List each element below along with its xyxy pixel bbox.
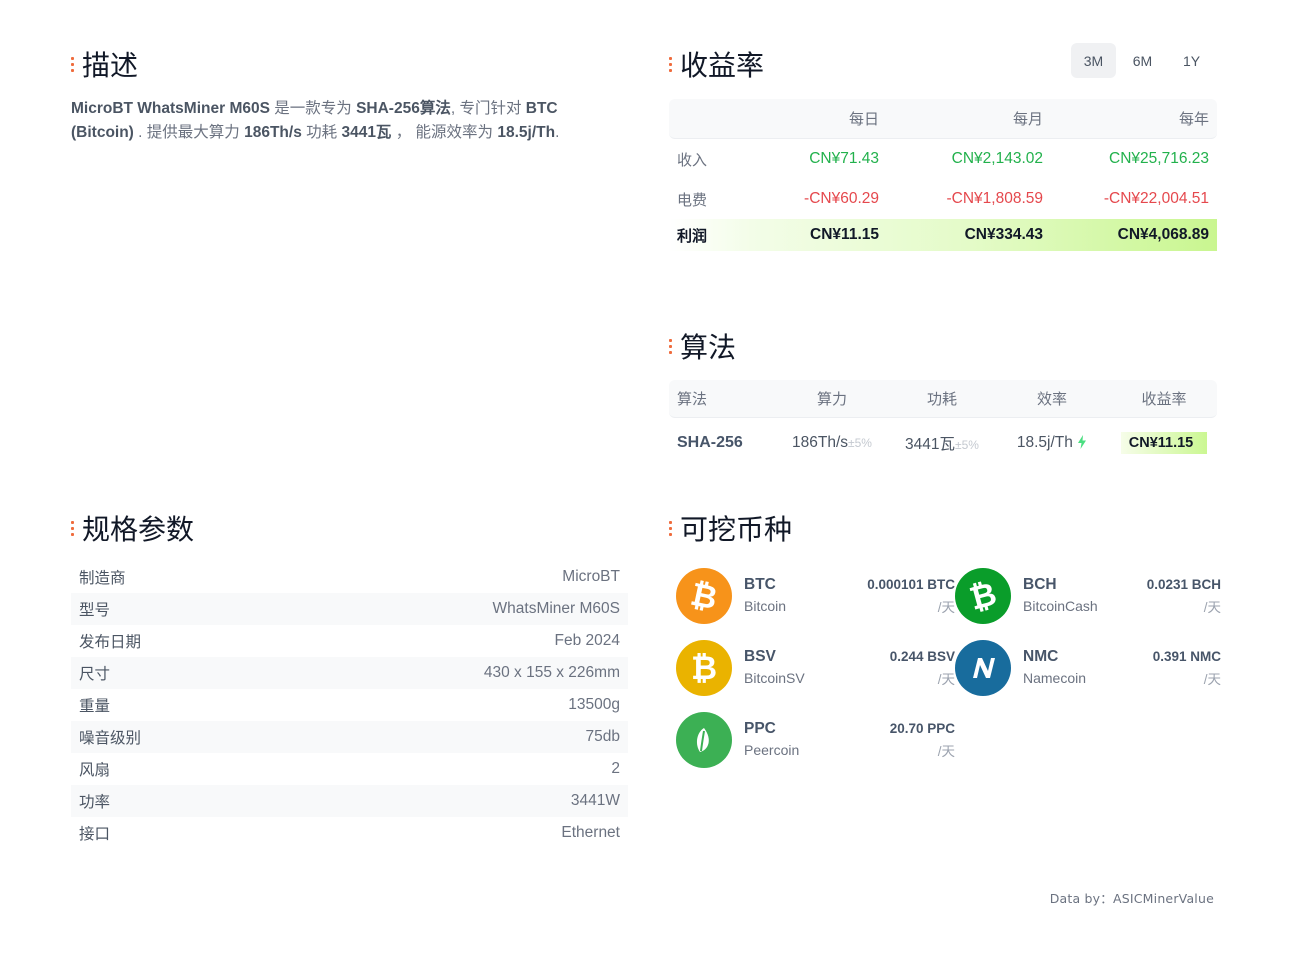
power-cell: 3441瓦±5% <box>905 436 979 453</box>
coin-item-bch[interactable]: ₿ BCH BitcoinCash 0.0231 BCH/天 <box>955 568 1221 624</box>
coin-item-btc[interactable]: ₿ BTC Bitcoin 0.000101 BTC/天 <box>676 568 955 624</box>
specs-title: 规格参数 <box>71 508 194 548</box>
efficiency-cell: 18.5j/Th <box>993 434 1111 452</box>
coin-item-ppc[interactable]: PPC Peercoin 20.70 PPC/天 <box>676 712 955 768</box>
column-yearly: 每年 <box>1178 111 1209 128</box>
table-header: 每日 每月 每年 <box>669 99 1217 139</box>
svg-text:₿: ₿ <box>968 579 998 613</box>
income-row: 收入 CN¥71.43 CN¥2,143.02 CN¥25,716.23 <box>677 150 1209 169</box>
profitability-table: 每日 每月 每年 收入 CN¥71.43 CN¥2,143.02 CN¥25,7… <box>669 99 1217 251</box>
table-row: SHA-256 186Th/s±5% 3441瓦±5% 18.5j/Th CN¥… <box>669 418 1217 468</box>
description-fragment: . 提供最大算力 <box>133 124 245 141</box>
tab-3m[interactable]: 3M <box>1071 43 1116 78</box>
coin-item-nmc[interactable]: NMC Namecoin 0.391 NMC/天 <box>955 640 1221 696</box>
spec-row-fans: 风扇 2 <box>79 760 620 779</box>
coins-list: ₿ BTC Bitcoin 0.000101 BTC/天 ₿ BCH Bitcoin… <box>676 568 1221 768</box>
spec-row-noise: 噪音级别 75db <box>71 721 628 753</box>
coins-title: 可挖币种 <box>669 508 792 548</box>
description-fragment: , 专门针对 <box>450 100 526 117</box>
title-marker-icon <box>71 520 74 536</box>
description-fragment: 功耗 <box>301 124 342 141</box>
spec-row-weight: 重量 13500g <box>79 696 620 715</box>
data-source-footer: Data by：ASICMinerValue <box>1049 891 1214 906</box>
namecoin-icon <box>955 640 1011 696</box>
profit-row: 利润 CN¥11.15 CN¥334.43 CN¥4,068.89 <box>669 219 1217 251</box>
description-highlight: 3441瓦 <box>341 124 392 141</box>
spec-row-model: 型号 WhatsMiner M60S <box>71 593 628 625</box>
svg-text:₿: ₿ <box>689 579 719 613</box>
description-highlight: 186Th/s <box>244 124 302 141</box>
svg-text:₿: ₿ <box>691 651 717 685</box>
algorithm-table: 算法 算力 功耗 效率 收益率 SHA-256 186Th/s±5% 3441瓦… <box>669 380 1217 468</box>
profit-cell: CN¥11.15 <box>1111 432 1217 454</box>
spec-row-manufacturer: 制造商 MicroBT <box>79 568 620 587</box>
profitability-title: 收益率 <box>669 44 764 84</box>
lightning-icon <box>1078 435 1087 449</box>
column-daily: 每日 <box>848 111 879 128</box>
description-highlight: SHA-256算法 <box>356 100 451 117</box>
description-highlight: MicroBT WhatsMiner M60S <box>71 100 270 117</box>
description-fragment: ， 能源效率为 <box>391 124 498 141</box>
title-marker-icon <box>669 520 672 536</box>
electricity-row: 电费 -CN¥60.29 -CN¥1,808.59 -CN¥22,004.51 <box>677 190 1209 209</box>
title-marker-icon <box>71 56 74 72</box>
hashrate-cell: 186Th/s±5% <box>792 434 872 451</box>
bitcoin-sv-icon: ₿ <box>676 640 732 696</box>
algorithm-title: 算法 <box>669 326 736 366</box>
peercoin-icon <box>676 712 732 768</box>
spec-row-power: 功率 3441W <box>71 785 628 817</box>
title-marker-icon <box>669 338 672 354</box>
description-highlight: 18.5j/Th <box>497 124 556 141</box>
period-tabs: 3M 6M 1Y <box>1071 43 1214 78</box>
algorithm-name: SHA-256 <box>677 434 743 451</box>
column-monthly: 每月 <box>1012 111 1043 128</box>
spec-row-interface: 接口 Ethernet <box>79 824 620 843</box>
specs-table: 制造商 MicroBT 型号 WhatsMiner M60S 发布日期 Feb 202… <box>71 561 628 849</box>
description-text: MicroBT WhatsMiner M60S 是一款专为 SHA-256算法,… <box>71 97 591 145</box>
description-title: 描述 <box>71 44 138 84</box>
description-fragment: . <box>555 124 560 141</box>
table-header: 算法 算力 功耗 效率 收益率 <box>669 380 1217 418</box>
spec-row-release-date: 发布日期 Feb 2024 <box>79 632 620 651</box>
title-marker-icon <box>669 56 672 72</box>
description-fragment: 是一款专为 <box>269 100 357 117</box>
tab-6m[interactable]: 6M <box>1120 43 1165 78</box>
bitcoin-cash-icon: ₿ <box>955 568 1011 624</box>
coin-item-bsv[interactable]: ₿ BSV BitcoinSV 0.244 BSV/天 <box>676 640 955 696</box>
bitcoin-icon: ₿ <box>676 568 732 624</box>
spec-row-size: 尺寸 430 x 155 x 226mm <box>71 657 628 689</box>
tab-1y[interactable]: 1Y <box>1169 43 1214 78</box>
